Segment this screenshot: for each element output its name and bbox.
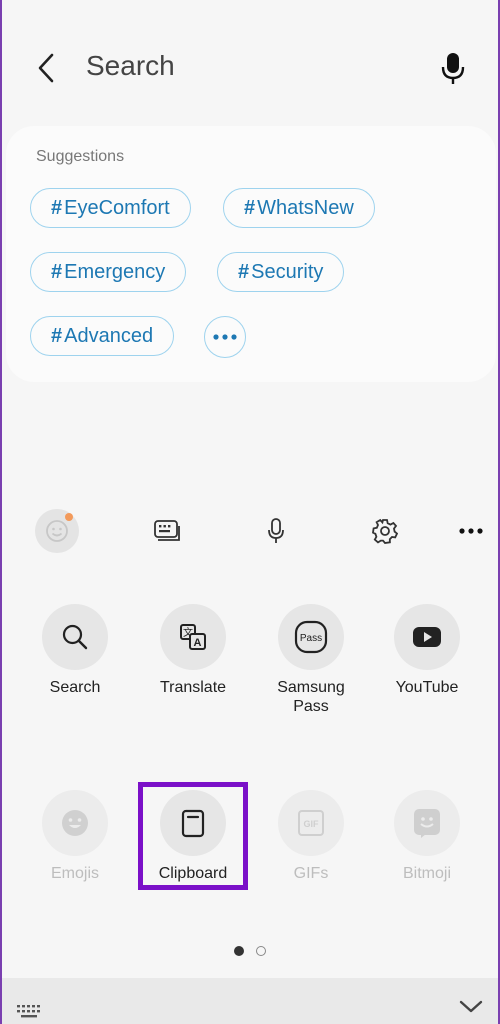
samsung-pass-icon: Pass [294, 620, 328, 654]
more-suggestions-button[interactable] [204, 316, 246, 358]
emoji-icon [62, 810, 88, 836]
suggestions-heading: Suggestions [36, 148, 125, 165]
translate-icon: 文 A [180, 624, 206, 650]
notification-dot [65, 513, 73, 521]
gif-icon: GIF [298, 810, 324, 836]
gear-icon [372, 518, 398, 544]
grid-label: Search [49, 679, 101, 696]
chevron-down-icon [459, 1000, 483, 1013]
keyboard-layout-icon [154, 520, 180, 541]
grid-item-gifs[interactable]: GIF GIFs [252, 790, 370, 883]
suggestion-chip-whatsnew[interactable]: # WhatsNew [223, 188, 375, 228]
grid-item-bitmoji[interactable]: Bitmoji [368, 790, 486, 883]
page-title[interactable]: Search [86, 50, 175, 82]
more-dots-icon [459, 528, 483, 534]
hide-keyboard-button[interactable] [458, 998, 484, 1019]
voice-search-button[interactable] [438, 48, 468, 88]
keyboard-toggle-button[interactable] [16, 1004, 42, 1023]
magnifier-icon [62, 624, 88, 650]
back-arrow-icon [38, 53, 54, 83]
svg-text:Pass: Pass [300, 633, 322, 644]
grid-label: Samsung Pass [277, 679, 345, 715]
more-options-button[interactable] [448, 508, 494, 554]
grid-item-youtube[interactable]: YouTube [368, 604, 486, 697]
microphone-icon [441, 53, 465, 84]
microphone-outline-icon [268, 518, 284, 543]
grid-item-search[interactable]: Search [16, 604, 134, 697]
grid-label: Emojis [50, 865, 99, 882]
svg-text:GIF: GIF [304, 819, 320, 829]
emoji-toolbar-button[interactable] [34, 508, 80, 554]
back-button[interactable] [30, 50, 62, 86]
keyboard-icon [17, 1005, 40, 1018]
grid-label: YouTube [395, 679, 459, 696]
youtube-icon [413, 627, 441, 647]
keyboard-toolbar [2, 508, 498, 554]
grid-label: GIFs [293, 865, 329, 882]
highlight-frame [138, 782, 248, 890]
svg-text:A: A [194, 637, 202, 649]
grid-item-samsung-pass[interactable]: Pass Samsung Pass [252, 604, 370, 716]
suggestion-chip-eyecomfort[interactable]: # EyeComfort [30, 188, 191, 228]
grid-item-emojis[interactable]: Emojis [16, 790, 134, 883]
voice-input-button[interactable] [253, 508, 299, 554]
search-header: Search [2, 0, 498, 130]
grid-item-translate[interactable]: 文 A Translate [134, 604, 252, 697]
grid-label: Bitmoji [402, 865, 451, 882]
grid-label: Translate [159, 679, 227, 696]
page-indicator [2, 946, 498, 958]
suggestions-panel: Suggestions # EyeComfort # WhatsNew # Emerg… [6, 126, 496, 382]
page-dot-active[interactable] [234, 946, 244, 956]
more-dots-icon [213, 334, 237, 340]
suggestion-chip-advanced[interactable]: # Advanced [30, 316, 175, 356]
smiley-icon [46, 520, 68, 542]
suggestion-chip-emergency[interactable]: # Emergency [30, 252, 187, 292]
keyboard-mode-button[interactable] [144, 508, 190, 554]
navigation-bar [2, 978, 498, 1024]
suggestion-chip-security[interactable]: # Security [217, 252, 345, 292]
settings-button[interactable] [362, 508, 408, 554]
page-dot-inactive[interactable] [256, 946, 266, 956]
bitmoji-icon [414, 809, 440, 838]
